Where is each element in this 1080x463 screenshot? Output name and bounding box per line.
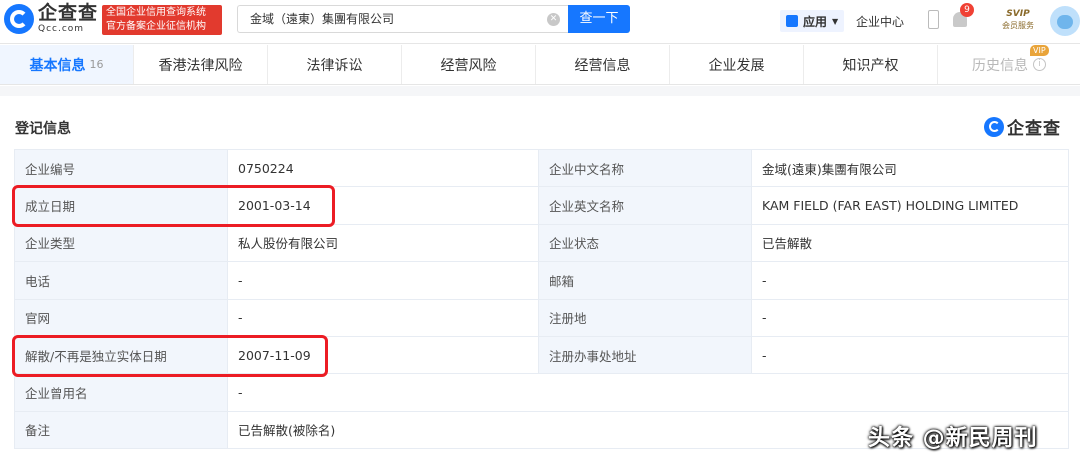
watermark-text: 企查查 — [1007, 119, 1061, 139]
field-label: 企业编号 — [14, 148, 228, 188]
svip-subtitle: 会员服务 — [1002, 21, 1034, 30]
top-bar: 企查查 Qcc.com 全国企业信用查询系统 官方备案企业征信机构 金域（遠東）… — [0, 0, 1080, 44]
field-label: 电话 — [14, 261, 228, 300]
apps-grid-icon — [786, 15, 798, 27]
field-value: - — [751, 261, 1069, 300]
apps-menu[interactable]: 应用 ▼ — [780, 10, 845, 32]
notification-badge: 9 — [960, 3, 974, 17]
field-value: - — [227, 373, 1069, 412]
field-label: 官网 — [14, 298, 228, 337]
tab-business-risk[interactable]: 经营风险 — [402, 45, 536, 84]
table-row: 企业类型 私人股份有限公司 企业状态 已告解散 — [14, 223, 1069, 263]
source-caption: 头条 @新民周刊 — [868, 426, 1038, 451]
field-label: 注册地 — [538, 298, 752, 337]
company-tabs: 基本信息 16 香港法律风险 法律诉讼 经营风险 经营信息 企业发展 知识产权 … — [0, 45, 1080, 85]
tab-label: 企业发展 — [708, 57, 765, 74]
corp-center-link[interactable]: 企业中心 — [856, 13, 904, 30]
clear-icon[interactable]: ✕ — [547, 13, 560, 26]
section-divider — [0, 86, 1080, 96]
avatar[interactable] — [1050, 6, 1080, 36]
field-value: 私人股份有限公司 — [227, 223, 539, 263]
field-value: - — [751, 335, 1069, 375]
field-label: 企业曾用名 — [14, 373, 228, 412]
field-label: 企业状态 — [538, 223, 752, 263]
logo-domain: Qcc.com — [38, 24, 85, 34]
field-label: 备注 — [14, 410, 228, 450]
qcc-watermark: 企查查 — [984, 114, 1061, 139]
badge-line-2: 官方备案企业征信机构 — [106, 21, 206, 32]
highlight-founding-date — [12, 185, 335, 227]
chevron-down-icon: ▼ — [832, 16, 839, 26]
table-row: 电话 - 邮箱 - — [14, 261, 1069, 300]
tab-label: 经营风险 — [440, 57, 497, 74]
badge-line-1: 全国企业信用查询系统 — [106, 7, 206, 18]
svip-title: SVIP — [1006, 9, 1030, 19]
field-value: - — [227, 298, 539, 337]
tab-label: 历史信息 — [972, 57, 1028, 74]
field-value: - — [751, 298, 1069, 337]
tab-label: 法律诉讼 — [306, 57, 363, 74]
field-label: 注册办事处地址 — [538, 335, 752, 375]
field-label: 企业中文名称 — [538, 148, 752, 188]
tab-label: 基本信息 — [29, 57, 86, 74]
vip-tag: VIP — [1030, 45, 1049, 56]
field-value: 金域(遠東)集團有限公司 — [751, 148, 1069, 188]
highlight-dissolution-date — [12, 335, 328, 377]
tab-development[interactable]: 企业发展 — [670, 45, 804, 84]
section-title: 登记信息 — [15, 121, 71, 137]
field-label: 企业英文名称 — [538, 186, 752, 225]
mobile-icon[interactable] — [928, 10, 939, 29]
qcc-logo[interactable]: 企查查 Qcc.com — [4, 4, 98, 34]
tab-basic-info[interactable]: 基本信息 16 — [0, 45, 134, 84]
search-button[interactable]: 查一下 — [568, 5, 630, 33]
svip-button[interactable]: SVIP 会员服务 — [993, 8, 1043, 34]
tab-history[interactable]: VIP 历史信息 i — [938, 45, 1080, 84]
field-label: 邮箱 — [538, 261, 752, 300]
search-input[interactable]: 金域（遠東）集團有限公司 ✕ — [237, 5, 568, 33]
tab-business-info[interactable]: 经营信息 — [536, 45, 670, 84]
tab-label: 香港法律风险 — [158, 57, 243, 74]
tab-litigation[interactable]: 法律诉讼 — [268, 45, 402, 84]
credit-system-badge: 全国企业信用查询系统 官方备案企业征信机构 — [102, 5, 222, 35]
tab-count: 16 — [89, 58, 104, 71]
apps-label: 应用 — [803, 14, 828, 29]
logo-icon — [4, 4, 34, 34]
field-value: 已告解散 — [751, 223, 1069, 263]
tab-hk-legal-risk[interactable]: 香港法律风险 — [134, 45, 268, 84]
tab-label: 知识产权 — [842, 57, 899, 74]
search-value: 金域（遠東）集團有限公司 — [250, 12, 395, 26]
field-value: - — [227, 261, 539, 300]
watermark-logo-icon — [984, 116, 1004, 137]
tab-label: 经营信息 — [574, 57, 631, 74]
table-row: 官网 - 注册地 - — [14, 298, 1069, 337]
info-icon[interactable]: i — [1033, 58, 1046, 71]
field-value: KAM FIELD (FAR EAST) HOLDING LIMITED — [751, 186, 1069, 225]
table-row: 企业曾用名 - — [14, 373, 1069, 412]
field-label: 企业类型 — [14, 223, 228, 263]
tab-intellectual-property[interactable]: 知识产权 — [804, 45, 938, 84]
table-row: 企业编号 0750224 企业中文名称 金域(遠東)集團有限公司 — [14, 148, 1069, 188]
field-value: 0750224 — [227, 148, 539, 188]
logo-text: 企查查 — [38, 2, 99, 24]
